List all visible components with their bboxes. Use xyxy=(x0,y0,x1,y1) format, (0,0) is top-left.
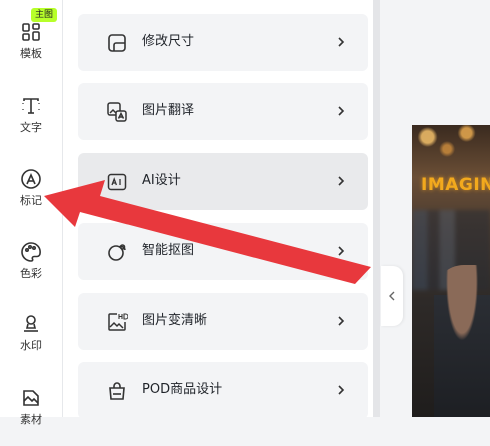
menu-item-image-enhance[interactable]: 图片变清晰 xyxy=(78,293,368,350)
chevron-right-icon xyxy=(338,246,345,256)
menu-item-label: 图片翻译 xyxy=(142,103,195,118)
sidebar-item-label: 水印 xyxy=(20,339,42,352)
material-icon xyxy=(23,390,39,406)
tools-panel: 修改尺寸 图片翻译 AI设计 智能抠图 图片变清晰 POD商品设计 xyxy=(63,0,373,419)
sidebar-item-template[interactable]: 模板 xyxy=(0,20,62,80)
photo-person xyxy=(434,265,490,417)
mark-icon xyxy=(21,169,41,189)
menu-item-resize[interactable]: 修改尺寸 xyxy=(78,14,368,71)
chevron-right-icon xyxy=(338,316,345,326)
menu-item-label: 智能抠图 xyxy=(142,243,195,258)
shopping-bag-icon xyxy=(109,382,125,400)
cutout-icon xyxy=(108,244,126,261)
sidebar-item-color[interactable]: 色彩 xyxy=(0,240,62,300)
chevron-left-icon xyxy=(389,291,395,301)
resize-icon xyxy=(108,34,126,52)
chevron-right-icon xyxy=(338,37,345,47)
menu-item-label: POD商品设计 xyxy=(142,382,223,397)
collapse-panel-button[interactable] xyxy=(381,266,403,326)
left-sidebar: 主图 模板 文字 标记 色彩 水印 素材 xyxy=(0,0,63,426)
ai-icon xyxy=(107,173,127,191)
image-translate-icon xyxy=(107,102,127,122)
sidebar-item-material[interactable]: 素材 xyxy=(0,386,62,446)
chevron-right-icon xyxy=(338,176,345,186)
sidebar-item-label: 色彩 xyxy=(20,267,42,280)
sidebar-item-label: 标记 xyxy=(20,194,42,207)
chevron-right-icon xyxy=(338,385,345,395)
hd-image-icon xyxy=(108,313,128,331)
text-icon xyxy=(22,98,40,114)
menu-item-label: 图片变清晰 xyxy=(142,313,208,328)
sidebar-item-label: 文字 xyxy=(20,121,42,134)
sidebar-item-label: 模板 xyxy=(20,47,42,60)
menu-item-image-translate[interactable]: 图片翻译 xyxy=(78,83,368,140)
menu-item-label: AI设计 xyxy=(142,173,181,188)
chevron-right-icon xyxy=(338,106,345,116)
photo-background-lights xyxy=(412,125,490,165)
photo-sign-text: IMAGIN xyxy=(421,175,490,195)
menu-item-pod-design[interactable]: POD商品设计 xyxy=(78,362,368,419)
sidebar-item-text[interactable]: 文字 xyxy=(0,94,62,154)
menu-item-smart-cutout[interactable]: 智能抠图 xyxy=(78,223,368,280)
canvas-photo[interactable]: IMAGIN xyxy=(412,125,490,417)
watermark-stamp-icon xyxy=(24,315,38,332)
palette-icon xyxy=(21,242,41,262)
template-grid-icon xyxy=(22,23,40,41)
sidebar-item-mark[interactable]: 标记 xyxy=(0,167,62,227)
sidebar-item-watermark[interactable]: 水印 xyxy=(0,312,62,372)
menu-item-ai-design[interactable]: AI设计 xyxy=(78,153,368,210)
panel-scrollbar[interactable] xyxy=(373,0,380,417)
menu-item-label: 修改尺寸 xyxy=(142,34,195,49)
sidebar-item-label: 素材 xyxy=(20,413,42,426)
